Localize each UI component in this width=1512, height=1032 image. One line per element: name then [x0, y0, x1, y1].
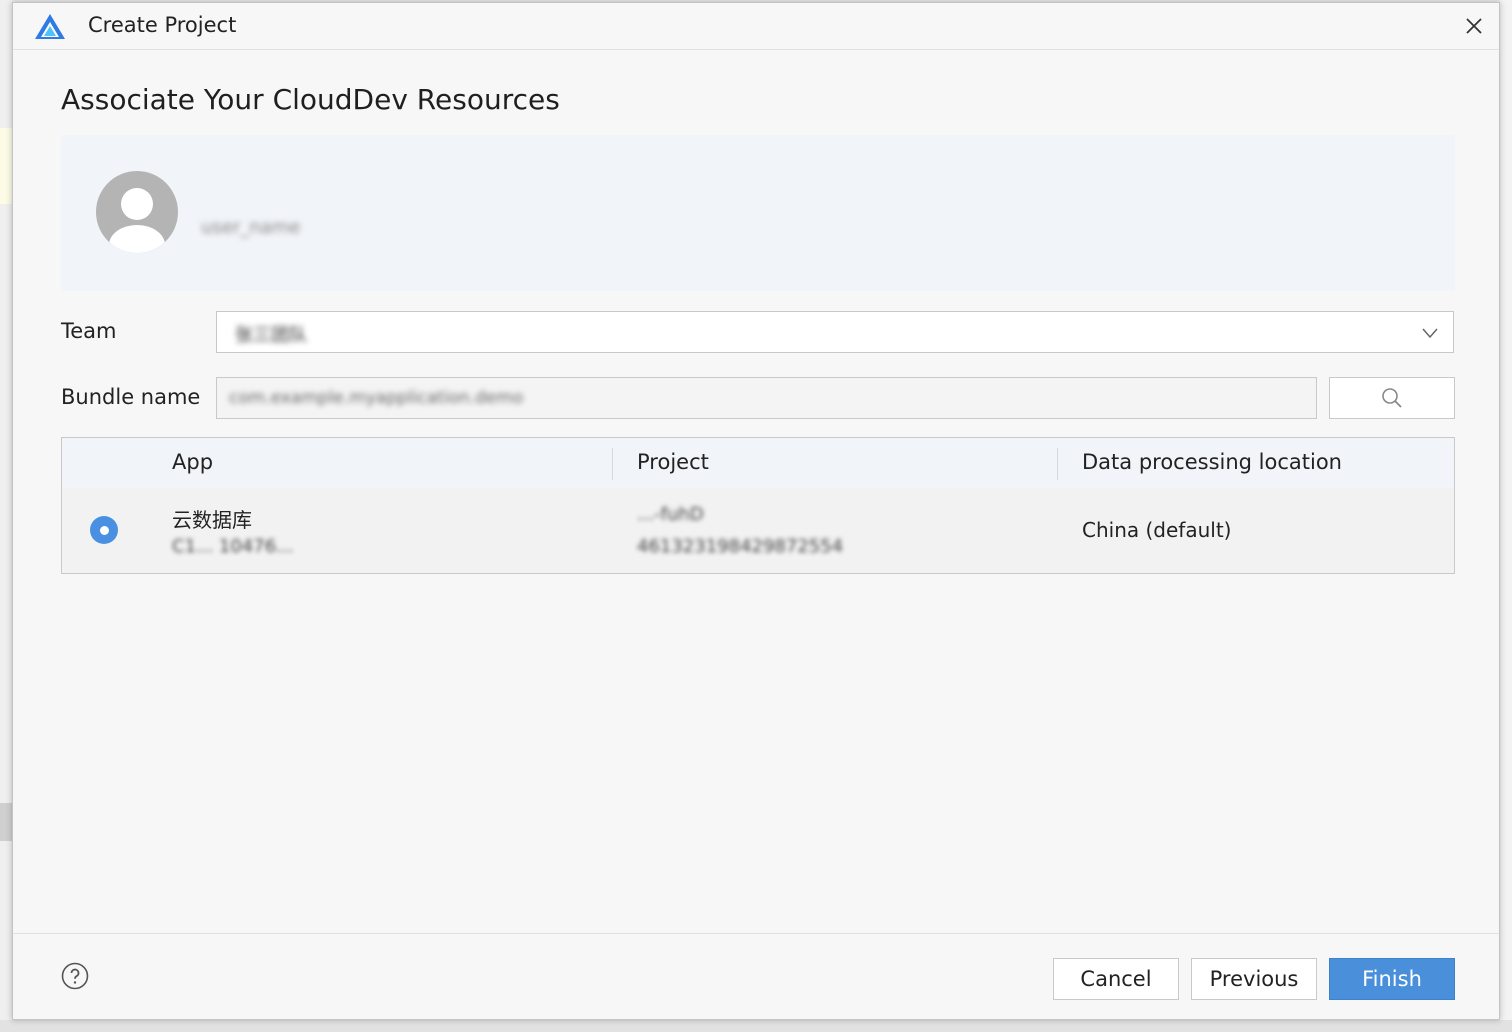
- table-header: App Project Data processing location: [62, 438, 1454, 488]
- previous-button[interactable]: Previous: [1191, 958, 1317, 1000]
- column-separator: [1057, 448, 1058, 480]
- background-gray-block: [0, 803, 12, 841]
- help-icon[interactable]: [61, 962, 89, 990]
- radio-selected-dot: [99, 525, 109, 535]
- column-header-app: App: [172, 450, 214, 474]
- table-row[interactable]: 云数据库 C1... 10476... ...-fuhD 46132319842…: [62, 488, 1454, 573]
- app-logo-icon: [35, 14, 65, 39]
- search-button[interactable]: [1329, 377, 1455, 419]
- close-icon: [1466, 18, 1482, 34]
- page-heading: Associate Your CloudDev Resources: [61, 83, 560, 116]
- username: user_name: [201, 217, 301, 238]
- bundle-name-input[interactable]: com.example.myapplication.demo: [216, 377, 1317, 419]
- title-bar: Create Project: [13, 3, 1499, 50]
- app-name: 云数据库: [172, 508, 252, 532]
- project-name: ...-fuhD: [637, 504, 704, 525]
- project-id: 461323198429872554: [637, 536, 844, 557]
- background-highlight: [0, 128, 12, 204]
- app-id: C1... 10476...: [172, 536, 294, 557]
- finish-button[interactable]: Finish: [1329, 958, 1455, 1000]
- background-right-strip: [1500, 0, 1512, 1032]
- column-header-project: Project: [637, 450, 709, 474]
- profile-panel: user_name: [61, 135, 1455, 291]
- bundle-name-value: com.example.myapplication.demo: [229, 388, 524, 408]
- chevron-down-icon: [1422, 328, 1438, 339]
- window-title: Create Project: [88, 13, 237, 37]
- data-location: China (default): [1082, 518, 1232, 542]
- column-separator: [612, 448, 613, 480]
- cancel-button[interactable]: Cancel: [1053, 958, 1179, 1000]
- team-label: Team: [61, 319, 117, 343]
- resources-table: App Project Data processing location 云数据…: [61, 437, 1455, 574]
- user-avatar-icon: [96, 171, 178, 253]
- team-select[interactable]: 张三团队: [216, 311, 1454, 353]
- bundle-name-label: Bundle name: [61, 385, 201, 409]
- column-header-location: Data processing location: [1082, 450, 1342, 474]
- search-icon: [1382, 388, 1402, 408]
- team-value: 张三团队: [235, 325, 307, 346]
- row-radio-button[interactable]: [90, 516, 118, 544]
- close-button[interactable]: [1459, 11, 1489, 41]
- create-project-dialog: Create Project Associate Your CloudDev R…: [12, 2, 1500, 1020]
- background-bottom-strip: [0, 1020, 1512, 1032]
- footer-divider: [13, 933, 1499, 934]
